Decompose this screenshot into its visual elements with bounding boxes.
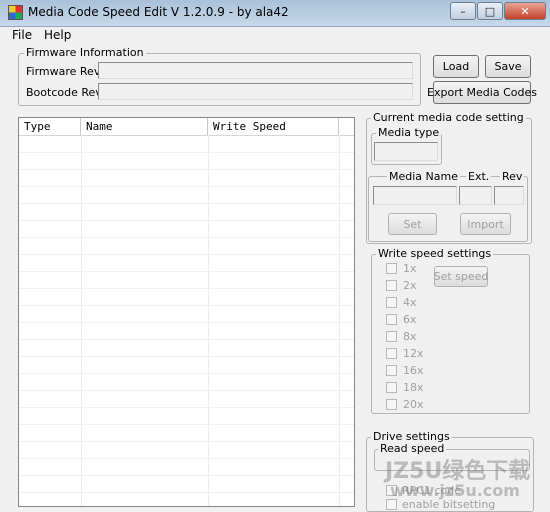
speed-checkbox[interactable] <box>386 280 397 291</box>
speed-label: 20x <box>403 398 424 411</box>
row-divider <box>19 169 354 170</box>
speed-label: 4x <box>403 296 417 309</box>
column-divider <box>208 135 209 506</box>
speed-checkbox[interactable] <box>386 399 397 410</box>
row-divider <box>19 475 354 476</box>
row-divider <box>19 424 354 425</box>
save-button[interactable]: Save <box>485 55 531 78</box>
column-header-name[interactable]: Name <box>81 118 208 135</box>
column-divider <box>81 135 82 506</box>
column-header-write-speed[interactable]: Write Speed <box>208 118 339 135</box>
set-button[interactable]: Set <box>388 213 437 235</box>
ext-field[interactable] <box>459 186 492 205</box>
row-divider <box>19 237 354 238</box>
speed-checkbox[interactable] <box>386 382 397 393</box>
media-code-group-label: Current media code setting <box>371 111 526 124</box>
firmware-rev-field[interactable] <box>98 62 413 79</box>
speed-checkbox[interactable] <box>386 297 397 308</box>
speed-label: 6x <box>403 313 417 326</box>
speed-checkbox[interactable] <box>386 314 397 325</box>
ext-label: Ext. <box>466 170 492 183</box>
speed-checkbox[interactable] <box>386 331 397 342</box>
speed-checkbox[interactable] <box>386 263 397 274</box>
bootcode-rev-label: Bootcode Rev. <box>26 86 105 99</box>
row-divider <box>19 203 354 204</box>
speed-label: 18x <box>403 381 424 394</box>
maximize-button[interactable]: □ <box>477 2 503 20</box>
rev-field[interactable] <box>494 186 524 205</box>
set-speed-button[interactable]: Set speed <box>434 266 488 287</box>
row-divider <box>19 339 354 340</box>
row-divider <box>19 492 354 493</box>
window-title: Media Code Speed Edit V 1.2.0.9 - by ala… <box>28 5 289 19</box>
speed-label: 8x <box>403 330 417 343</box>
row-divider <box>19 373 354 374</box>
row-divider <box>19 458 354 459</box>
speed-label: 16x <box>403 364 424 377</box>
firmware-rev-label: Firmware Rev. <box>26 65 103 78</box>
media-type-field[interactable] <box>374 142 438 161</box>
bitsetting-checkbox[interactable] <box>386 499 397 510</box>
speed-label: 1x <box>403 262 417 275</box>
bootcode-rev-field[interactable] <box>98 83 413 100</box>
export-media-codes-button[interactable]: Export Media Codes <box>427 81 537 104</box>
row-divider <box>19 288 354 289</box>
row-divider <box>19 186 354 187</box>
row-divider <box>19 390 354 391</box>
app-icon <box>8 5 23 20</box>
row-divider <box>19 305 354 306</box>
firmware-info-label: Firmware Information <box>24 46 146 59</box>
media-code-table[interactable]: Type Name Write Speed <box>18 117 355 507</box>
rev-label: Rev <box>500 170 525 183</box>
import-button[interactable]: Import <box>460 213 511 235</box>
row-divider <box>19 254 354 255</box>
speed-checkbox[interactable] <box>386 365 397 376</box>
media-type-label: Media type <box>376 126 442 139</box>
write-speed-group-label: Write speed settings <box>376 247 494 260</box>
column-divider <box>339 135 340 506</box>
load-button[interactable]: Load <box>433 55 479 78</box>
menu-file[interactable]: File <box>12 28 32 42</box>
row-divider <box>19 441 354 442</box>
table-header: Type Name Write Speed <box>19 118 354 136</box>
speed-label: 2x <box>403 279 417 292</box>
row-divider <box>19 220 354 221</box>
menu-bar <box>0 27 550 44</box>
close-button[interactable]: ✕ <box>504 2 546 20</box>
watermark-url: www.jz5u.com <box>390 481 520 500</box>
row-divider <box>19 152 354 153</box>
row-divider <box>19 356 354 357</box>
row-divider <box>19 322 354 323</box>
media-name-label: Media Name <box>387 170 460 183</box>
row-divider <box>19 407 354 408</box>
speed-label: 12x <box>403 347 424 360</box>
column-header-type[interactable]: Type <box>19 118 81 135</box>
row-divider <box>19 271 354 272</box>
menu-help[interactable]: Help <box>44 28 71 42</box>
minimize-button[interactable]: – <box>450 2 476 20</box>
media-name-field[interactable] <box>373 186 457 205</box>
speed-checkbox[interactable] <box>386 348 397 359</box>
